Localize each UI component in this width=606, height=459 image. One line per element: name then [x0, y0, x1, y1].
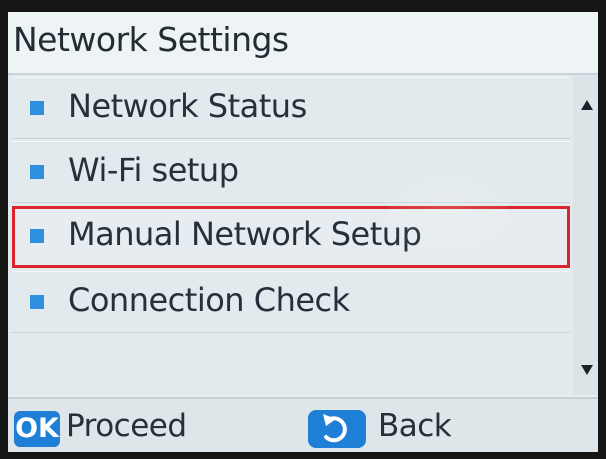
menu-item-connection-check[interactable]: Connection Check: [12, 271, 570, 333]
bullet-icon: [30, 165, 44, 179]
printer-lcd-bezel: Network Settings Network Status Wi-Fi se…: [0, 0, 606, 459]
menu-item-wifi-setup[interactable]: Wi-Fi setup: [12, 141, 570, 203]
return-arrow-glyph: [323, 414, 347, 443]
lcd-screen: Network Settings Network Status Wi-Fi se…: [8, 12, 598, 452]
menu-list: Network Status Wi-Fi setup Manual Networ…: [8, 75, 573, 395]
proceed-label: Proceed: [66, 408, 187, 444]
bullet-icon: [30, 101, 44, 115]
footer-bar: OK Proceed Back: [8, 397, 598, 452]
menu-item-label: Connection Check: [68, 281, 350, 319]
back-label: Back: [378, 408, 452, 444]
triangle-down-icon[interactable]: [581, 365, 593, 375]
title-bar: Network Settings: [8, 12, 598, 75]
bullet-icon: [30, 295, 44, 309]
menu-item-label: Manual Network Setup: [68, 215, 422, 253]
menu-item-manual-network-setup[interactable]: Manual Network Setup: [12, 206, 570, 268]
ok-button-icon[interactable]: OK: [14, 411, 60, 447]
menu-item-label: Network Status: [68, 87, 307, 125]
menu-item-network-status[interactable]: Network Status: [12, 77, 570, 139]
return-arrow-icon[interactable]: [308, 410, 366, 448]
menu-item-label: Wi-Fi setup: [68, 151, 239, 189]
page-title: Network Settings: [13, 20, 289, 59]
bullet-icon: [30, 229, 44, 243]
scrollbar[interactable]: [573, 75, 598, 395]
triangle-up-icon[interactable]: [581, 100, 593, 110]
